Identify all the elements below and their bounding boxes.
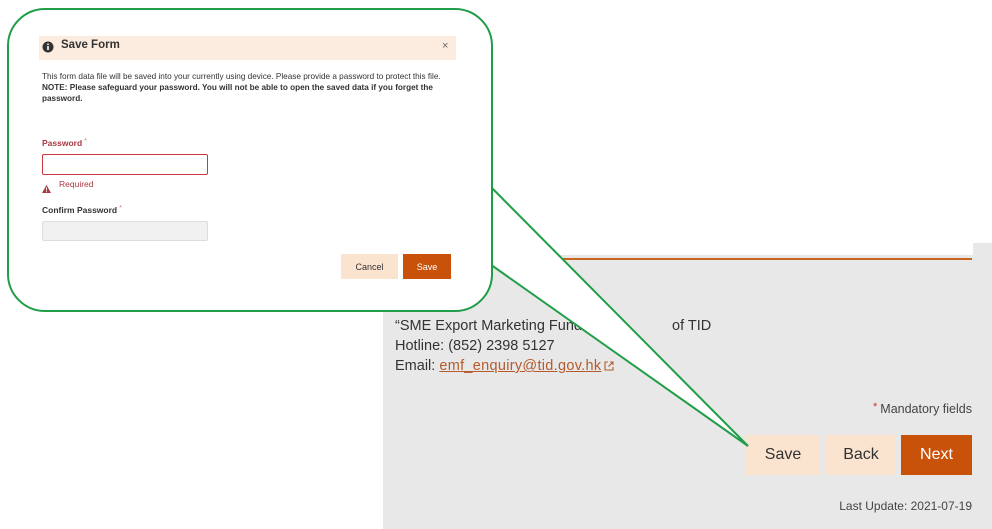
cancel-button[interactable]: Cancel	[341, 254, 398, 279]
email-label: Email:	[395, 358, 436, 374]
contact-info: “SME Export Marketing Fund of TID Hotlin…	[395, 316, 711, 377]
modal-description: This form data file will be saved into y…	[42, 72, 441, 81]
contact-fund-suffix: of TID	[672, 318, 712, 334]
contact-fund-name: “SME Export Marketing Fund	[395, 318, 582, 334]
confirm-password-label: Confirm Password *	[42, 205, 122, 215]
hotline-text: Hotline: (852) 2398 5127	[395, 338, 555, 354]
password-error-text: Required	[59, 179, 94, 189]
save-button[interactable]: Save	[746, 435, 820, 475]
confirm-password-input[interactable]	[42, 221, 208, 241]
external-link-icon	[604, 357, 614, 377]
mandatory-star: *	[873, 401, 878, 413]
mandatory-text: Mandatory fields	[880, 402, 972, 416]
required-marker: *	[119, 205, 122, 212]
modal-body: This form data file will be saved into y…	[42, 71, 454, 104]
email-link[interactable]: emf_enquiry@tid.gov.hk	[439, 358, 601, 374]
next-button[interactable]: Next	[901, 435, 972, 475]
screenshot-stage: “SME Export Marketing Fund of TID Hotlin…	[0, 0, 992, 529]
last-update-text: Last Update: 2021-07-19	[839, 499, 972, 513]
modal-title: Save Form	[61, 39, 120, 51]
modal-note: NOTE: Please safeguard your password. Yo…	[42, 83, 433, 103]
warning-icon	[42, 180, 51, 193]
password-label: Password *	[42, 138, 87, 148]
modal-save-button[interactable]: Save	[403, 254, 451, 279]
back-button[interactable]: Back	[826, 435, 896, 475]
contact-line-1: “SME Export Marketing Fund of TID	[395, 316, 711, 336]
password-input[interactable]	[42, 154, 208, 175]
orange-divider	[560, 258, 972, 260]
email-line: Email: emf_enquiry@tid.gov.hk	[395, 356, 711, 377]
required-marker: *	[84, 138, 87, 145]
mandatory-fields-note: * Mandatory fields	[873, 401, 972, 416]
info-icon	[42, 40, 54, 53]
close-icon[interactable]: ×	[442, 40, 448, 52]
password-label-text: Password	[42, 138, 83, 148]
confirm-password-label-text: Confirm Password	[42, 205, 118, 215]
